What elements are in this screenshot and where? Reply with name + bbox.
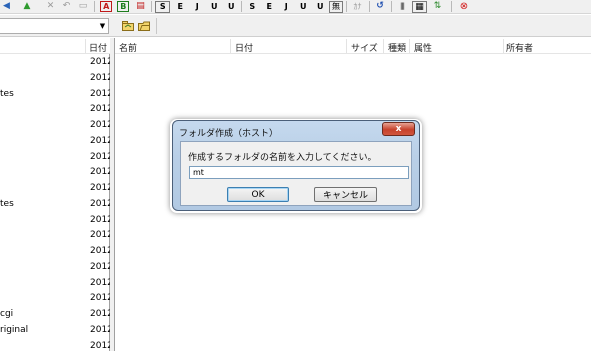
toolbar-separator: [346, 1, 347, 12]
cancel-button[interactable]: キャンセル: [314, 187, 377, 202]
chevron-down-icon[interactable]: ▼: [97, 19, 108, 33]
column-divider: [85, 39, 86, 53]
file-name: cgi: [0, 309, 14, 319]
table-row[interactable]: 2012: [0, 54, 113, 70]
table-row[interactable]: 2012: [0, 149, 113, 165]
file-name: tes: [0, 88, 14, 99]
column-header-size[interactable]: サイズ: [351, 41, 378, 54]
column-divider: [503, 39, 504, 53]
column-header-date[interactable]: 日付: [89, 41, 107, 54]
table-row[interactable]: 2012: [0, 338, 113, 351]
column-divider: [383, 39, 384, 53]
local-path-combo[interactable]: ▼: [0, 18, 109, 34]
table-row[interactable]: 2012: [0, 70, 113, 86]
table-row[interactable]: 2012: [0, 133, 113, 149]
column-header-type[interactable]: 種類: [388, 41, 406, 54]
ok-button[interactable]: OK: [227, 187, 289, 202]
kanji-sjis-remote-icon[interactable]: S: [245, 0, 259, 13]
table-row[interactable]: 2012: [0, 180, 113, 196]
kanji-jis-local-icon[interactable]: J: [190, 0, 204, 13]
kanji-euc-local-icon[interactable]: E: [173, 0, 187, 13]
stop-icon[interactable]: ⊗: [458, 0, 470, 13]
no-conversion-icon[interactable]: 無: [329, 1, 343, 13]
back-icon[interactable]: ◀: [2, 0, 11, 13]
column-divider: [409, 39, 410, 53]
path-bar: ▼: [0, 15, 591, 37]
table-row[interactable]: tes 2012: [0, 86, 113, 102]
transfer-mode-binary-icon[interactable]: B: [117, 1, 129, 12]
table-row[interactable]: 2012: [0, 275, 113, 291]
table-row[interactable]: riginal 2012: [0, 322, 113, 338]
toolbar-separator: [241, 1, 242, 12]
column-header-date[interactable]: 日付: [235, 41, 253, 54]
toolbar-separator: [369, 1, 370, 12]
kana-conversion-icon[interactable]: ｶﾅ: [351, 0, 364, 13]
column-header-attr[interactable]: 属性: [414, 41, 432, 54]
remote-list-header: 名前 日付 サイズ 種類 属性 所有者: [115, 38, 591, 54]
up-folder-icon[interactable]: ▲: [20, 0, 34, 13]
toolbar-separator: [391, 1, 392, 12]
open-folder-icon[interactable]: [121, 19, 135, 32]
file-name: riginal: [0, 324, 29, 335]
remote-path-field[interactable]: [156, 18, 591, 34]
table-row[interactable]: 2012: [0, 117, 113, 133]
kanji-utf8n-local-icon[interactable]: U: [224, 0, 238, 13]
table-row[interactable]: 2012: [0, 243, 113, 259]
dialog-prompt: 作成するフォルダの名前を入力してください。: [188, 153, 377, 163]
table-row[interactable]: 2012: [0, 212, 113, 228]
folder-name-input[interactable]: mt: [189, 166, 409, 179]
dialog-title: フォルダ作成（ホスト）: [179, 129, 279, 139]
dialog-body: 作成するフォルダの名前を入力してください。 mt OK キャンセル: [180, 141, 412, 206]
toolbar: ◀ ▲ ✕ ↶ ▭ A B ▤ S E J U U S E J U U 無 ｶﾅ…: [0, 0, 591, 14]
column-header-owner[interactable]: 所有者: [506, 41, 533, 54]
transfer-mode-auto-icon[interactable]: A: [100, 1, 112, 12]
kanji-jis-remote-icon[interactable]: J: [279, 0, 293, 13]
table-row[interactable]: 2012: [0, 227, 113, 243]
create-folder-dialog: フォルダ作成（ホスト） x 作成するフォルダの名前を入力してください。 mt O…: [172, 120, 420, 211]
column-header-name[interactable]: 名前: [119, 41, 137, 54]
table-row[interactable]: 2012: [0, 164, 113, 180]
kanji-utf8-remote-icon[interactable]: U: [296, 0, 310, 13]
kanji-sjis-local-icon[interactable]: S: [155, 1, 170, 13]
local-list-header: 日付: [0, 38, 110, 54]
column-divider: [346, 39, 347, 53]
delete-icon[interactable]: ✕: [45, 0, 56, 13]
toolbar-separator: [451, 1, 452, 12]
sync-icon[interactable]: ⇅: [431, 0, 444, 13]
refresh-icon[interactable]: ↺: [374, 0, 386, 13]
table-row[interactable]: 2012: [0, 101, 113, 117]
table-row[interactable]: 2012: [0, 290, 113, 306]
table-row[interactable]: 2012: [0, 259, 113, 275]
toolbar-separator: [94, 1, 95, 12]
table-row[interactable]: cgi 2012: [0, 306, 113, 322]
undo-icon[interactable]: ↶: [61, 0, 72, 13]
kanji-utf8-local-icon[interactable]: U: [207, 0, 221, 13]
table-row[interactable]: tes 2012: [0, 196, 113, 212]
folder-icon[interactable]: ▭: [77, 0, 89, 13]
kanji-utf8n-remote-icon[interactable]: U: [313, 0, 327, 13]
list-view-icon[interactable]: |||: [396, 0, 408, 13]
column-divider: [230, 39, 231, 53]
transfer-mode-ascii-icon[interactable]: ▤: [134, 0, 147, 13]
local-file-list[interactable]: 日付 2012 2012 tes 2012 2012 2012 2012 2012 2012 20…: [0, 38, 113, 351]
file-name: tes: [0, 198, 14, 209]
close-icon[interactable]: x: [382, 122, 415, 136]
folder-open-icon[interactable]: [137, 19, 151, 32]
kanji-euc-remote-icon[interactable]: E: [262, 0, 276, 13]
detail-view-icon[interactable]: ▦: [412, 1, 427, 13]
toolbar-separator: [151, 1, 152, 12]
